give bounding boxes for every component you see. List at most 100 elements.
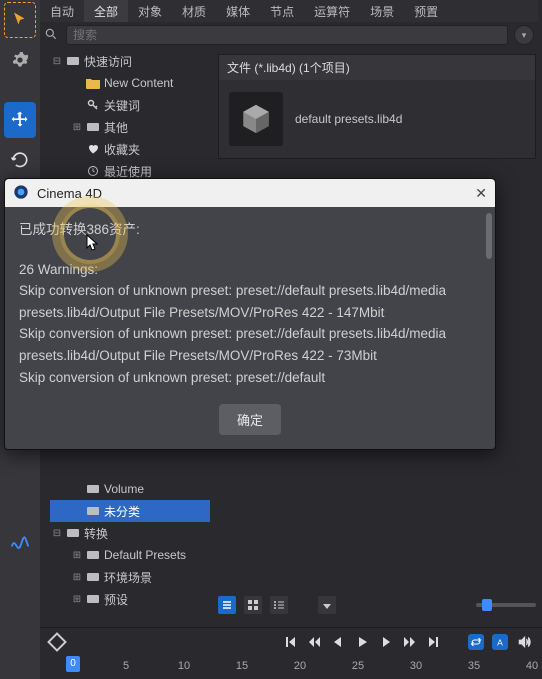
- tick: 25: [352, 660, 364, 672]
- box-icon: [66, 56, 80, 66]
- view-details-icon[interactable]: [270, 596, 288, 614]
- keyframe-icon[interactable]: [47, 632, 67, 652]
- box-icon: [86, 122, 100, 132]
- tree-root[interactable]: ⊟ 快速访问: [50, 50, 210, 72]
- tab-scene[interactable]: 场景: [360, 0, 404, 22]
- tree-item-volume[interactable]: Volume: [50, 478, 210, 500]
- tab-material[interactable]: 材质: [172, 0, 216, 22]
- tree-item-env-scene[interactable]: ⊞ 环境场景: [50, 566, 210, 588]
- tab-media[interactable]: 媒体: [216, 0, 260, 22]
- box-icon: [66, 528, 80, 538]
- box-icon: [86, 484, 100, 494]
- dialog-warning-line: Skip conversion of unknown preset: prese…: [19, 323, 481, 366]
- tab-auto[interactable]: 自动: [40, 0, 84, 22]
- timeline-ruler[interactable]: 0 5 10 15 20 25 30 35 40: [40, 656, 542, 678]
- collapse-icon[interactable]: ⊟: [52, 528, 62, 539]
- file-item[interactable]: default presets.lib4d: [219, 80, 535, 158]
- goto-end-icon[interactable]: [426, 634, 442, 650]
- tree-item-other[interactable]: ⊞ 其他: [50, 116, 210, 138]
- asset-tree: ⊟ 快速访问 New Content 关键词 ⊞ 其他 收藏夹 最近使用: [50, 50, 210, 182]
- tree-label: 未分类: [104, 503, 140, 520]
- box-icon: [86, 572, 100, 582]
- playhead[interactable]: 0: [66, 656, 80, 672]
- tree-label: 最近使用: [104, 163, 152, 180]
- tree-item-keyword[interactable]: 关键词: [50, 94, 210, 116]
- scrollbar-thumb[interactable]: [486, 213, 492, 259]
- tab-object[interactable]: 对象: [128, 0, 172, 22]
- move-tool[interactable]: [4, 102, 36, 138]
- search-icon: [44, 27, 60, 44]
- tree-label: 收藏夹: [104, 141, 140, 158]
- tick: 10: [178, 660, 190, 672]
- view-list-icon[interactable]: [218, 596, 236, 614]
- box-icon: [86, 506, 100, 516]
- key-icon: [86, 99, 100, 111]
- tab-preset[interactable]: 预置: [404, 0, 448, 22]
- play-icon[interactable]: [354, 634, 370, 650]
- tick: 15: [236, 660, 248, 672]
- sort-icon[interactable]: [318, 596, 336, 614]
- spline-tool[interactable]: [4, 523, 36, 559]
- asset-tree-lower: Volume 未分类 ⊟ 转换 ⊞ Default Presets ⊞ 环境场景…: [50, 478, 210, 610]
- tree-label: New Content: [104, 76, 173, 90]
- folder-icon: [86, 78, 100, 89]
- search-input[interactable]: [66, 25, 508, 45]
- search-row: ▾: [44, 24, 534, 46]
- tick: 5: [123, 660, 129, 672]
- tree-label: Default Presets: [104, 548, 186, 562]
- close-icon[interactable]: ✕: [475, 185, 487, 202]
- expand-icon[interactable]: ⊞: [72, 572, 82, 583]
- dialog-footer: 确定: [5, 394, 495, 449]
- ok-button[interactable]: 确定: [219, 404, 281, 435]
- tick: 40: [526, 660, 538, 672]
- expand-icon[interactable]: ⊞: [72, 550, 82, 561]
- dialog-titlebar[interactable]: Cinema 4D ✕: [5, 179, 495, 207]
- loop-icon[interactable]: [468, 634, 484, 650]
- tab-all[interactable]: 全部: [84, 0, 128, 22]
- prev-key-icon[interactable]: [306, 634, 322, 650]
- tab-node[interactable]: 节点: [260, 0, 304, 22]
- rotate-tool[interactable]: [4, 142, 36, 178]
- dialog-title: Cinema 4D: [37, 186, 467, 201]
- dialog-body: 已成功转换386资产: 26 Warnings: Skip conversion…: [5, 207, 495, 394]
- tree-item-newcontent[interactable]: New Content: [50, 72, 210, 94]
- next-key-icon[interactable]: [402, 634, 418, 650]
- box-icon: [86, 550, 100, 560]
- expand-icon[interactable]: ⊞: [72, 122, 82, 133]
- tree-item-convert[interactable]: ⊟ 转换: [50, 522, 210, 544]
- file-thumb: [229, 92, 283, 146]
- select-tool[interactable]: [4, 2, 36, 38]
- expand-icon[interactable]: ⊞: [72, 594, 82, 605]
- tree-item-favorites[interactable]: 收藏夹: [50, 138, 210, 160]
- tree-label: 预设: [104, 591, 128, 608]
- tree-item-uncategorized[interactable]: 未分类: [50, 500, 210, 522]
- box-icon: [86, 594, 100, 604]
- slider-knob[interactable]: [482, 599, 492, 611]
- collapse-icon[interactable]: ⊟: [52, 56, 62, 67]
- tree-label: 转换: [84, 525, 108, 542]
- view-grid-icon[interactable]: [244, 596, 262, 614]
- settings-tool[interactable]: [4, 42, 36, 78]
- tick: 20: [294, 660, 306, 672]
- file-panel-header: 文件 (*.lib4d) (1个项目): [219, 55, 535, 80]
- tab-operator[interactable]: 运算符: [304, 0, 360, 22]
- dialog-warnings-header: 26 Warnings:: [19, 259, 481, 281]
- view-toolbar: [218, 594, 536, 616]
- category-tabs: 自动 全部 对象 材质 媒体 节点 运算符 场景 预置: [40, 0, 538, 22]
- heart-icon: [86, 143, 100, 155]
- tree-label: 快速访问: [84, 53, 132, 70]
- timeline: A 0 5 10 15 20 25 30 35 40: [40, 627, 542, 679]
- goto-start-icon[interactable]: [282, 634, 298, 650]
- sound-icon[interactable]: [516, 634, 532, 650]
- tree-item-default-presets[interactable]: ⊞ Default Presets: [50, 544, 210, 566]
- dialog-warning-line: Skip conversion of unknown preset: prese…: [19, 280, 481, 323]
- tree-item-preset[interactable]: ⊞ 预设: [50, 588, 210, 610]
- search-dropdown[interactable]: ▾: [514, 25, 534, 45]
- prev-frame-icon[interactable]: [330, 634, 346, 650]
- next-frame-icon[interactable]: [378, 634, 394, 650]
- thumb-size-slider[interactable]: [476, 603, 536, 607]
- autokey-icon[interactable]: A: [492, 634, 508, 650]
- conversion-dialog: Cinema 4D ✕ 已成功转换386资产: 26 Warnings: Ski…: [4, 178, 496, 450]
- tick: 30: [410, 660, 422, 672]
- file-panel: 文件 (*.lib4d) (1个项目) default presets.lib4…: [218, 54, 536, 159]
